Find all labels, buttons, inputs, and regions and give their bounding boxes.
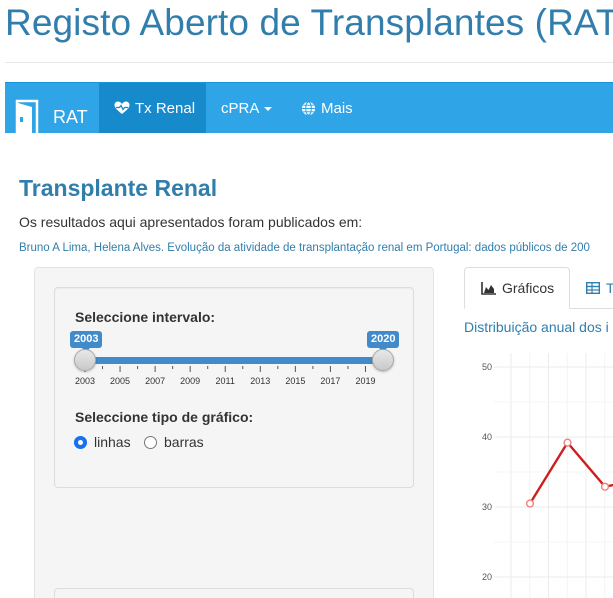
- radio-option-linhas[interactable]: linhas: [74, 434, 131, 450]
- slider-to-badge: 2020: [367, 331, 400, 352]
- radio-button[interactable]: [144, 435, 157, 449]
- line-chart: 50 40 30 20: [482, 353, 613, 598]
- slider-range-bar[interactable]: [85, 357, 383, 364]
- nav-tab-label: Tx Renal: [135, 99, 196, 117]
- nav-dropdown-label: cPRA: [221, 99, 260, 117]
- interval-label: Seleccione intervalo:: [75, 309, 216, 325]
- second-controls-panel: [54, 588, 414, 598]
- heart-pulse-icon: [114, 101, 130, 114]
- series-line: [528, 440, 613, 505]
- nav-tab-tx-renal[interactable]: Tx Renal: [99, 83, 206, 133]
- radio-option-barras[interactable]: barras: [144, 434, 204, 450]
- navbar: RAT Tx Renal cPRA Mais: [5, 82, 613, 141]
- data-point: [600, 482, 610, 491]
- table-icon: [586, 282, 600, 294]
- globe-icon: [301, 100, 316, 116]
- nav-dropdown-cpra[interactable]: cPRA: [221, 83, 273, 133]
- citation-link[interactable]: Bruno A Lima, Helena Alves. Evolução da …: [19, 242, 590, 254]
- slider-tick-label: 2019: [355, 376, 376, 386]
- slider-tick-label: 2015: [285, 376, 306, 386]
- header-divider: [5, 62, 613, 63]
- caret-down-icon: [264, 107, 273, 111]
- slider-from-badge: 2003: [70, 331, 103, 352]
- navbar-brand[interactable]: RAT: [15, 97, 88, 141]
- slider-tick-label: 2013: [250, 376, 271, 386]
- tab-tabela[interactable]: T: [586, 267, 613, 309]
- y-tick-label: 20: [482, 572, 492, 582]
- chart-heading: Distribuição anual dos i: [464, 319, 609, 335]
- brand-label: RAT: [53, 107, 88, 127]
- page-title: Transplante Renal: [19, 175, 218, 201]
- app-title: Registo Aberto de Transplantes (RAT): [5, 2, 613, 43]
- y-tick-label: 40: [482, 432, 492, 442]
- slider-tick-label: 2003: [74, 376, 96, 386]
- slider-tick-label: 2007: [145, 376, 166, 386]
- tab-graficos[interactable]: Gráficos: [464, 267, 570, 309]
- slider-from-handle[interactable]: [74, 349, 96, 371]
- radio-label: barras: [164, 434, 204, 450]
- y-tick-label: 30: [482, 502, 492, 512]
- intro-text: Os resultados aqui apresentados foram pu…: [19, 214, 363, 230]
- radio-label: linhas: [94, 434, 131, 450]
- nav-tab-mais[interactable]: Mais: [301, 83, 353, 133]
- slider-tick-label: 2011: [215, 376, 235, 386]
- tab-label: Gráficos: [502, 280, 555, 296]
- area-chart-icon: [481, 281, 496, 295]
- slider-tick-label: 2009: [180, 376, 201, 386]
- tab-label: T: [606, 280, 613, 296]
- data-point: [563, 438, 572, 447]
- data-point: [525, 499, 535, 508]
- chart-type-label: Seleccione tipo de gráfico:: [75, 409, 254, 425]
- radio-button-checked[interactable]: [74, 435, 87, 449]
- door-icon: [15, 99, 39, 141]
- slider-tick-label: 2005: [110, 376, 131, 386]
- y-tick-label: 50: [482, 362, 492, 372]
- slider-tick-label: 2017: [320, 376, 341, 386]
- nav-tab-label: Mais: [321, 99, 353, 117]
- slider-to-handle[interactable]: [372, 349, 394, 371]
